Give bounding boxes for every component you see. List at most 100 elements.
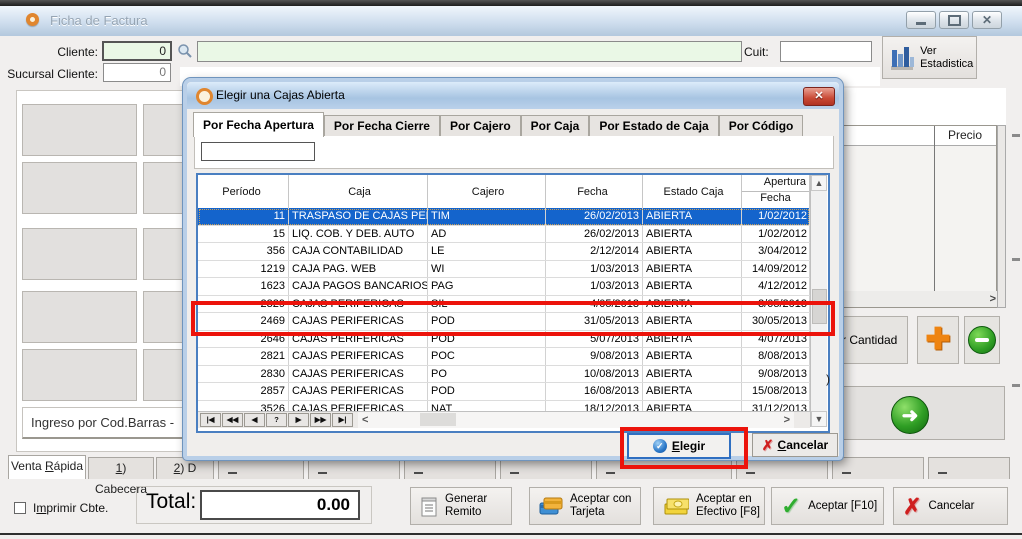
aceptar-button[interactable]: ✓ Aceptar [F10] <box>771 487 884 525</box>
remove-item-button[interactable] <box>964 316 1000 364</box>
tab-clipped[interactable] <box>928 457 1010 479</box>
dialog-tab-por-fecha-cierre[interactable]: Por Fecha Cierre <box>324 115 440 137</box>
maximize-button[interactable] <box>939 11 969 29</box>
table-cell: 10/08/2013 <box>546 366 643 383</box>
table-row[interactable]: 15LIQ. COB. Y DEB. AUTOAD26/02/2013ABIER… <box>198 226 810 244</box>
table-cell: 14/09/2012 <box>742 261 810 278</box>
clipped-label-mark <box>606 472 615 474</box>
cuit-label: Cuit: <box>744 42 776 62</box>
add-item-button[interactable]: ✚ <box>917 316 959 364</box>
nav-button-6[interactable]: ▶| <box>332 413 353 427</box>
quick-item-button[interactable] <box>22 291 137 343</box>
scroll-right-icon[interactable]: > <box>784 413 790 427</box>
maximize-icon <box>948 15 961 26</box>
cancelar-label: Cancelar <box>928 500 974 513</box>
clipped-label-mark <box>228 472 237 474</box>
table-cell: 18/12/2013 <box>546 401 643 412</box>
dialog-tab-por-caja[interactable]: Por Caja <box>521 115 590 137</box>
table-row[interactable]: 2857CAJAS PERIFERICASPOD16/08/2013ABIERT… <box>198 383 810 401</box>
table-row[interactable]: 2821CAJAS PERIFERICASPOC9/08/2013ABIERTA… <box>198 348 810 366</box>
plus-icon: ✚ <box>925 325 950 355</box>
tab-clipped[interactable] <box>500 457 592 479</box>
table-cell: 1/03/2013 <box>546 278 643 295</box>
dialog-filter-input[interactable] <box>201 142 315 161</box>
cliente-input[interactable]: 0 <box>102 41 172 61</box>
dialog-tab-por-fecha-apertura[interactable]: Por Fecha Apertura <box>193 112 324 137</box>
table-cell: ABIERTA <box>643 261 742 278</box>
aceptar-tarjeta-button[interactable]: Aceptar con Tarjeta <box>529 487 641 525</box>
quick-item-button[interactable] <box>22 228 137 280</box>
sucursal-cliente-input[interactable]: 0 <box>103 63 171 82</box>
nav-button-2[interactable]: ◀ <box>244 413 265 427</box>
tab-clipped[interactable] <box>736 457 828 479</box>
table-cell: LIQ. COB. Y DEB. AUTO <box>289 226 428 243</box>
dialog-title: Elegir una Cajas Abierta <box>216 82 345 108</box>
table-row[interactable]: 1623CAJA PAGOS BANCARIOSPAG1/03/2013ABIE… <box>198 278 810 296</box>
minimize-button[interactable] <box>906 11 936 29</box>
generar-remito-button[interactable]: Generar Remito <box>410 487 512 525</box>
column-header-caja[interactable]: Caja <box>289 175 428 208</box>
table-row[interactable]: 1219CAJA PAG. WEBWI1/03/2013ABIERTA14/09… <box>198 261 810 279</box>
column-header-cajero[interactable]: Cajero <box>428 175 546 208</box>
cancelar-button[interactable]: ✗ Cancelar <box>893 487 1008 525</box>
search-icon[interactable] <box>177 43 193 59</box>
ver-estadistica-button[interactable]: Ver Estadistica <box>882 36 977 79</box>
scroll-down-icon[interactable]: ▼ <box>811 411 827 427</box>
aceptar-efectivo-button[interactable]: Aceptar en Efectivo [F8] <box>653 487 765 525</box>
nav-button-1[interactable]: ◀◀ <box>222 413 243 427</box>
tab-2-d[interactable]: 2) D <box>156 457 214 479</box>
table-cell: ABIERTA <box>643 226 742 243</box>
imprimir-checkbox[interactable] <box>14 502 26 514</box>
nav-button-4[interactable]: ▶ <box>288 413 309 427</box>
table-cell: CAJAS PERIFERICAS <box>289 401 428 412</box>
cuit-input[interactable] <box>780 41 872 62</box>
nav-button-0[interactable]: |◀ <box>200 413 221 427</box>
column-divider <box>934 126 935 291</box>
close-button[interactable]: ✕ <box>972 11 1002 29</box>
column-header-fecha[interactable]: Fecha <box>546 175 643 208</box>
aceptar-label: Aceptar [F10] <box>808 500 877 513</box>
table-cell: ABIERTA <box>643 278 742 295</box>
hscroll-thumb[interactable] <box>420 413 456 426</box>
items-vscrollbar[interactable] <box>997 125 1006 308</box>
tab-venta-r-pida[interactable]: Venta Rápida <box>8 455 86 479</box>
table-row[interactable]: 3526CAJAS PERIFERICASNAT18/12/2013ABIERT… <box>198 401 810 412</box>
table-cell: 15 <box>198 226 289 243</box>
dialog-close-button[interactable]: ✕ <box>803 87 835 106</box>
tab-clipped[interactable] <box>218 457 304 479</box>
nav-button-5[interactable]: ▶▶ <box>310 413 331 427</box>
tab-clipped[interactable] <box>308 457 400 479</box>
table-row[interactable]: 356CAJA CONTABILIDADLE2/12/2014ABIERTA3/… <box>198 243 810 261</box>
total-value: 0.00 <box>200 490 360 520</box>
nav-button-3[interactable]: ? <box>266 413 287 427</box>
table-cell: 1623 <box>198 278 289 295</box>
dialog-cancelar-button[interactable]: ✗ Cancelar <box>752 433 838 457</box>
column-header-apertura[interactable]: Apertura Fecha <box>742 175 810 208</box>
tab-clipped[interactable] <box>832 457 924 479</box>
quick-item-button[interactable] <box>22 162 137 214</box>
table-cell: POD <box>428 383 546 400</box>
tab-1-cabecera[interactable]: 1) Cabecera <box>88 457 154 479</box>
sucursal-cliente-label: Sucursal Cliente: <box>0 64 98 84</box>
table-row[interactable]: 11TRASPASO DE CAJAS PERTIM26/02/2013ABIE… <box>198 208 810 226</box>
column-header-estado[interactable]: Estado Caja <box>643 175 742 208</box>
quick-item-button[interactable] <box>22 104 137 156</box>
cliente-label: Cliente: <box>20 42 98 62</box>
tab-clipped[interactable] <box>404 457 496 479</box>
table-row[interactable]: 2830CAJAS PERIFERICASPO10/08/2013ABIERTA… <box>198 366 810 384</box>
dialog-tab-por-estado-de-caja[interactable]: Por Estado de Caja <box>589 115 718 137</box>
cliente-name-field[interactable] <box>197 41 742 62</box>
app-logo-icon <box>26 13 39 26</box>
table-cell: WI <box>428 261 546 278</box>
clipped-label-mark <box>746 472 755 474</box>
apertura-fecha-label: Fecha <box>742 192 809 204</box>
column-header-periodo[interactable]: Período <box>198 175 289 208</box>
scroll-left-icon[interactable]: < <box>362 413 368 427</box>
quick-item-button[interactable] <box>22 349 137 401</box>
scroll-up-icon[interactable]: ▲ <box>811 175 827 191</box>
dialog-tab-por-cajero[interactable]: Por Cajero <box>440 115 521 137</box>
table-cell: 1/02/2012 <box>742 208 810 225</box>
table-cell: LE <box>428 243 546 260</box>
dialog-tab-por-c-digo[interactable]: Por Código <box>719 115 804 137</box>
table-hscrollbar[interactable]: < > <box>358 412 794 428</box>
